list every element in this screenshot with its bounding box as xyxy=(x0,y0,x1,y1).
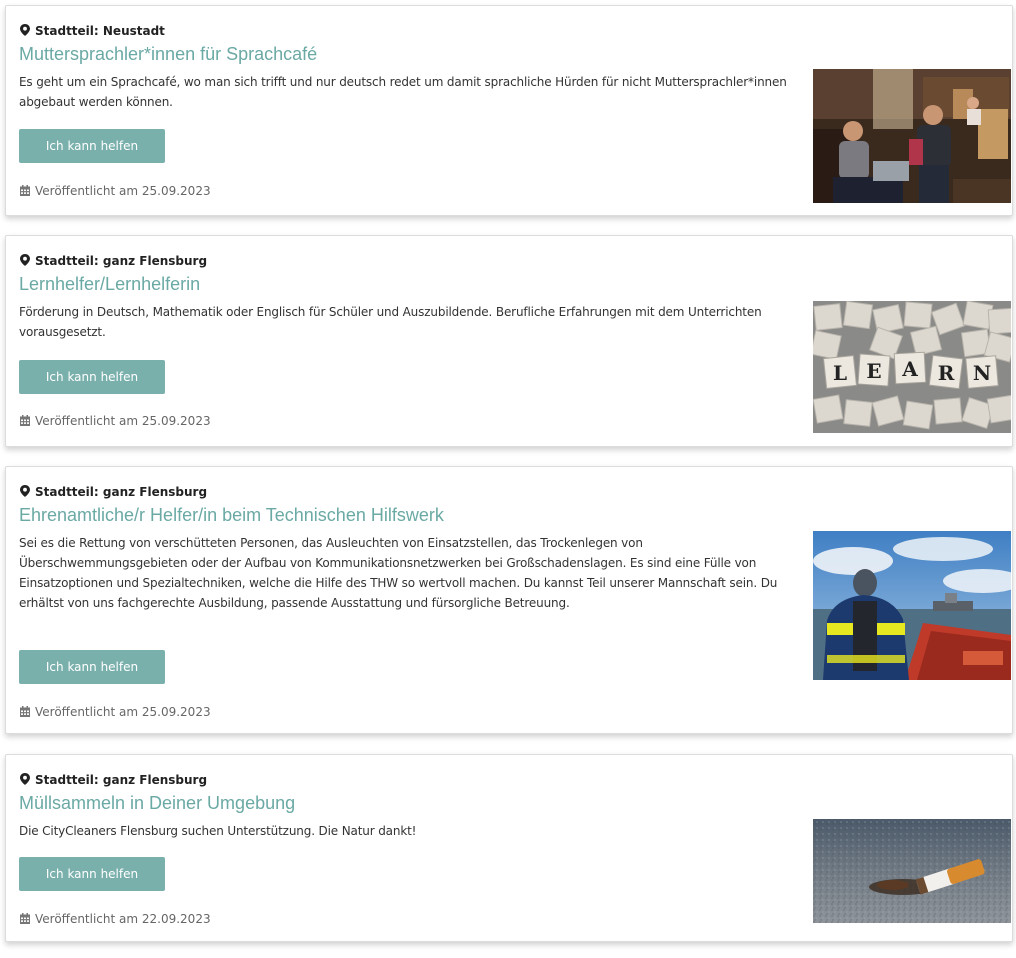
tile-letter: L xyxy=(833,361,847,385)
map-marker-icon xyxy=(20,24,30,36)
district-text: Stadtteil: Neustadt xyxy=(35,24,165,38)
help-button[interactable]: Ich kann helfen xyxy=(19,129,165,163)
offer-card: Stadtteil: ganz Flensburg Müllsammeln in… xyxy=(5,754,1013,942)
map-marker-icon xyxy=(20,485,30,497)
published-text: Veröffentlicht am 25.09.2023 xyxy=(35,414,211,428)
district-label: Stadtteil: ganz Flensburg xyxy=(20,773,207,787)
help-button[interactable]: Ich kann helfen xyxy=(19,360,165,394)
map-marker-icon xyxy=(20,254,30,266)
learn-tiles-photo: L E A R N xyxy=(813,301,1011,433)
map-marker-icon xyxy=(20,773,30,785)
offer-card: Stadtteil: ganz Flensburg Lernhelfer/Ler… xyxy=(5,235,1013,447)
calendar-icon xyxy=(20,706,30,717)
calendar-icon xyxy=(20,415,30,426)
offer-description: Es geht um ein Sprachcafé, wo man sich t… xyxy=(19,75,787,109)
offer-description: Sei es die Rettung von verschütteten Per… xyxy=(19,536,778,610)
offer-description: Förderung in Deutsch, Mathematik oder En… xyxy=(19,305,762,339)
district-label: Stadtteil: Neustadt xyxy=(20,24,165,38)
district-label: Stadtteil: ganz Flensburg xyxy=(20,254,207,268)
tile-letter: A xyxy=(901,357,918,381)
published-date: Veröffentlicht am 25.09.2023 xyxy=(20,705,211,719)
offer-title[interactable]: Müllsammeln in Deiner Umgebung xyxy=(19,792,295,814)
district-label: Stadtteil: ganz Flensburg xyxy=(20,485,207,499)
offer-description: Die CityCleaners Flensburg suchen Unters… xyxy=(19,824,417,838)
rescue-boat-photo xyxy=(813,531,1011,680)
tile-letter: R xyxy=(938,361,955,385)
offer-list: Stadtteil: Neustadt Muttersprachler*inne… xyxy=(0,0,1016,958)
calendar-icon xyxy=(20,185,30,196)
offer-title[interactable]: Muttersprachler*innen für Sprachcafé xyxy=(19,43,317,65)
published-date: Veröffentlicht am 25.09.2023 xyxy=(20,184,211,198)
offer-card: Stadtteil: Neustadt Muttersprachler*inne… xyxy=(5,5,1013,216)
tile-letter: E xyxy=(866,359,881,383)
help-button[interactable]: Ich kann helfen xyxy=(19,857,165,891)
published-text: Veröffentlicht am 25.09.2023 xyxy=(35,184,211,198)
published-text: Veröffentlicht am 22.09.2023 xyxy=(35,912,211,926)
cigarette-butt-photo xyxy=(813,819,1011,923)
offer-title[interactable]: Lernhelfer/Lernhelferin xyxy=(19,273,200,295)
district-text: Stadtteil: ganz Flensburg xyxy=(35,773,208,787)
cafe-photo xyxy=(813,69,1011,203)
published-date: Veröffentlicht am 22.09.2023 xyxy=(20,912,211,926)
help-button[interactable]: Ich kann helfen xyxy=(19,650,165,684)
published-date: Veröffentlicht am 25.09.2023 xyxy=(20,414,211,428)
offer-card: Stadtteil: ganz Flensburg Ehrenamtliche/… xyxy=(5,466,1013,734)
tile-letter: N xyxy=(973,361,991,385)
offer-title[interactable]: Ehrenamtliche/r Helfer/in beim Technisch… xyxy=(19,504,444,526)
calendar-icon xyxy=(20,913,30,924)
district-text: Stadtteil: ganz Flensburg xyxy=(35,485,208,499)
published-text: Veröffentlicht am 25.09.2023 xyxy=(35,705,211,719)
district-text: Stadtteil: ganz Flensburg xyxy=(35,254,208,268)
